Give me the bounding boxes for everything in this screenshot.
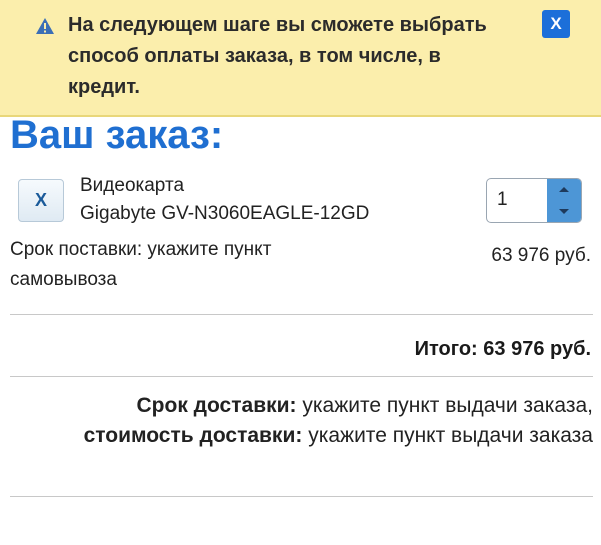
quantity-spinner[interactable] [547,179,581,222]
product-name-line2: Gigabyte GV-N3060EAGLE-12GD [80,203,370,224]
item-price: 63 976 руб. [491,245,591,266]
summary-comma: , [587,394,593,417]
item-delivery-term: Срок поставки: укажите пункт самовывоза [10,235,271,295]
order-total: Итого: 63 976 руб. [415,335,591,363]
delivery-term-value: укажите пункт выдачи заказа [302,394,588,417]
total-value: 63 976 руб. [483,338,591,360]
close-notice-button[interactable]: X [542,10,570,38]
item-delivery-line1: Срок поставки: укажите пункт [10,239,272,260]
page-title: Ваш заказ: [10,113,224,157]
quantity-stepper[interactable]: 1 [486,178,582,223]
delivery-cost-value: укажите пункт выдачи заказа [308,424,593,447]
total-label: Итого: [414,338,478,360]
divider [10,496,593,497]
divider [10,376,593,377]
product-name-line1: Видеокарта [80,175,185,196]
info-notice: На следующем шаге вы сможете выбрать спо… [0,0,601,117]
delivery-summary: Срок доставки: укажите пункт выдачи зака… [53,391,593,451]
remove-item-button[interactable]: X [18,179,64,222]
notice-text: На следующем шаге вы сможете выбрать спо… [68,14,487,98]
divider [10,314,593,315]
item-delivery-line2: самовывоза [10,269,117,290]
product-name[interactable]: Видеокарта Gigabyte GV-N3060EAGLE-12GD [80,172,369,228]
delivery-cost-label: стоимость доставки: [83,424,303,447]
delivery-term-label: Срок доставки: [136,394,297,417]
increment-icon[interactable] [559,187,569,192]
decrement-icon[interactable] [559,209,569,214]
quantity-value[interactable]: 1 [497,187,508,213]
warning-icon [36,18,54,34]
